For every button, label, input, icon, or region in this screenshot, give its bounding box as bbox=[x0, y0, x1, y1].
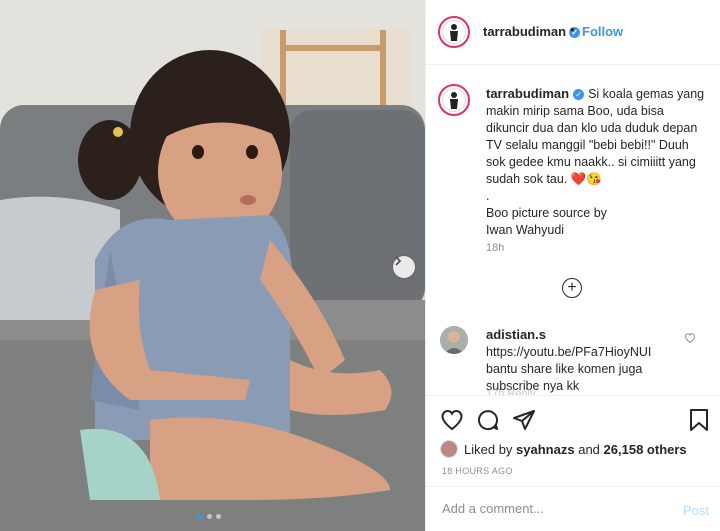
carousel-indicator bbox=[198, 514, 221, 519]
share-paper-plane-icon[interactable] bbox=[512, 408, 536, 432]
author-username-row: tarrabudiman ✓ bbox=[483, 24, 581, 39]
instagram-post-modal: tarrabudiman ✓ • Follow tarrabudiman ✓ Si k… bbox=[0, 0, 720, 531]
add-comment-bar: Post bbox=[426, 486, 720, 531]
post-actions: Liked by syahnazs and 26,158 others 18 H… bbox=[426, 395, 720, 486]
likes-summary: Liked by syahnazs and 26,158 others bbox=[440, 440, 687, 458]
and-label: and bbox=[578, 441, 600, 457]
avatar-image bbox=[442, 88, 466, 112]
commenter-username[interactable]: adistian.s bbox=[486, 327, 546, 342]
post-caption: tarrabudiman ✓ Si koala gemas yang makin m… bbox=[486, 85, 708, 239]
avatar-image bbox=[442, 20, 466, 44]
comment-bubble-icon[interactable] bbox=[476, 408, 500, 432]
author-avatar[interactable] bbox=[438, 16, 470, 48]
liked-by-prefix: Liked by bbox=[464, 441, 513, 457]
liked-user[interactable]: syahnazs bbox=[516, 442, 575, 457]
post-header: tarrabudiman ✓ • Follow bbox=[426, 0, 720, 65]
chevron-right-icon bbox=[395, 256, 402, 266]
avatar-image bbox=[440, 326, 468, 354]
comment-item: adistian.s https://youtu.be/PFa7HioyNUI … bbox=[486, 326, 686, 395]
save-bookmark-icon[interactable] bbox=[688, 408, 710, 432]
caption-credit: Iwan Wahyudi bbox=[486, 223, 565, 237]
caption-source: Boo picture source by bbox=[486, 206, 607, 220]
follow-button[interactable]: Follow bbox=[582, 24, 623, 39]
person-silhouette-icon bbox=[450, 24, 458, 41]
post-side-panel: tarrabudiman ✓ • Follow tarrabudiman ✓ Si k… bbox=[425, 0, 720, 531]
author-username[interactable]: tarrabudiman bbox=[483, 24, 566, 39]
carousel-dot bbox=[216, 514, 221, 519]
post-comment-button[interactable]: Post bbox=[683, 503, 709, 518]
load-more-comments-button[interactable]: + bbox=[562, 278, 582, 298]
caption-time: 18h bbox=[486, 242, 505, 254]
caption-username[interactable]: tarrabudiman bbox=[486, 86, 569, 101]
caption-author-avatar[interactable] bbox=[438, 84, 470, 116]
like-heart-icon[interactable] bbox=[440, 408, 464, 432]
liker-avatar[interactable] bbox=[440, 440, 458, 458]
caption-text: Si koala gemas yang makin mirip sama Boo… bbox=[486, 87, 705, 186]
photo-illustration bbox=[0, 0, 425, 531]
likes-count[interactable]: 26,158 others bbox=[604, 442, 687, 457]
comment-text: https://youtu.be/PFa7HioyNUI bantu share… bbox=[486, 345, 652, 393]
caption-dot: . bbox=[486, 189, 490, 203]
like-comment-heart-icon[interactable] bbox=[684, 332, 696, 344]
verified-badge-icon: ✓ bbox=[573, 89, 585, 101]
plus-icon: + bbox=[567, 279, 577, 296]
separator-bullet: • bbox=[570, 22, 575, 37]
post-timestamp: 18 HOURS AGO bbox=[442, 466, 513, 476]
person-silhouette-icon bbox=[450, 92, 458, 109]
add-comment-input[interactable] bbox=[440, 500, 664, 517]
carousel-dot bbox=[207, 514, 212, 519]
carousel-dot-active bbox=[198, 514, 203, 519]
commenter-avatar[interactable] bbox=[440, 326, 468, 354]
next-photo-button[interactable] bbox=[393, 256, 415, 278]
post-photo bbox=[0, 0, 425, 531]
